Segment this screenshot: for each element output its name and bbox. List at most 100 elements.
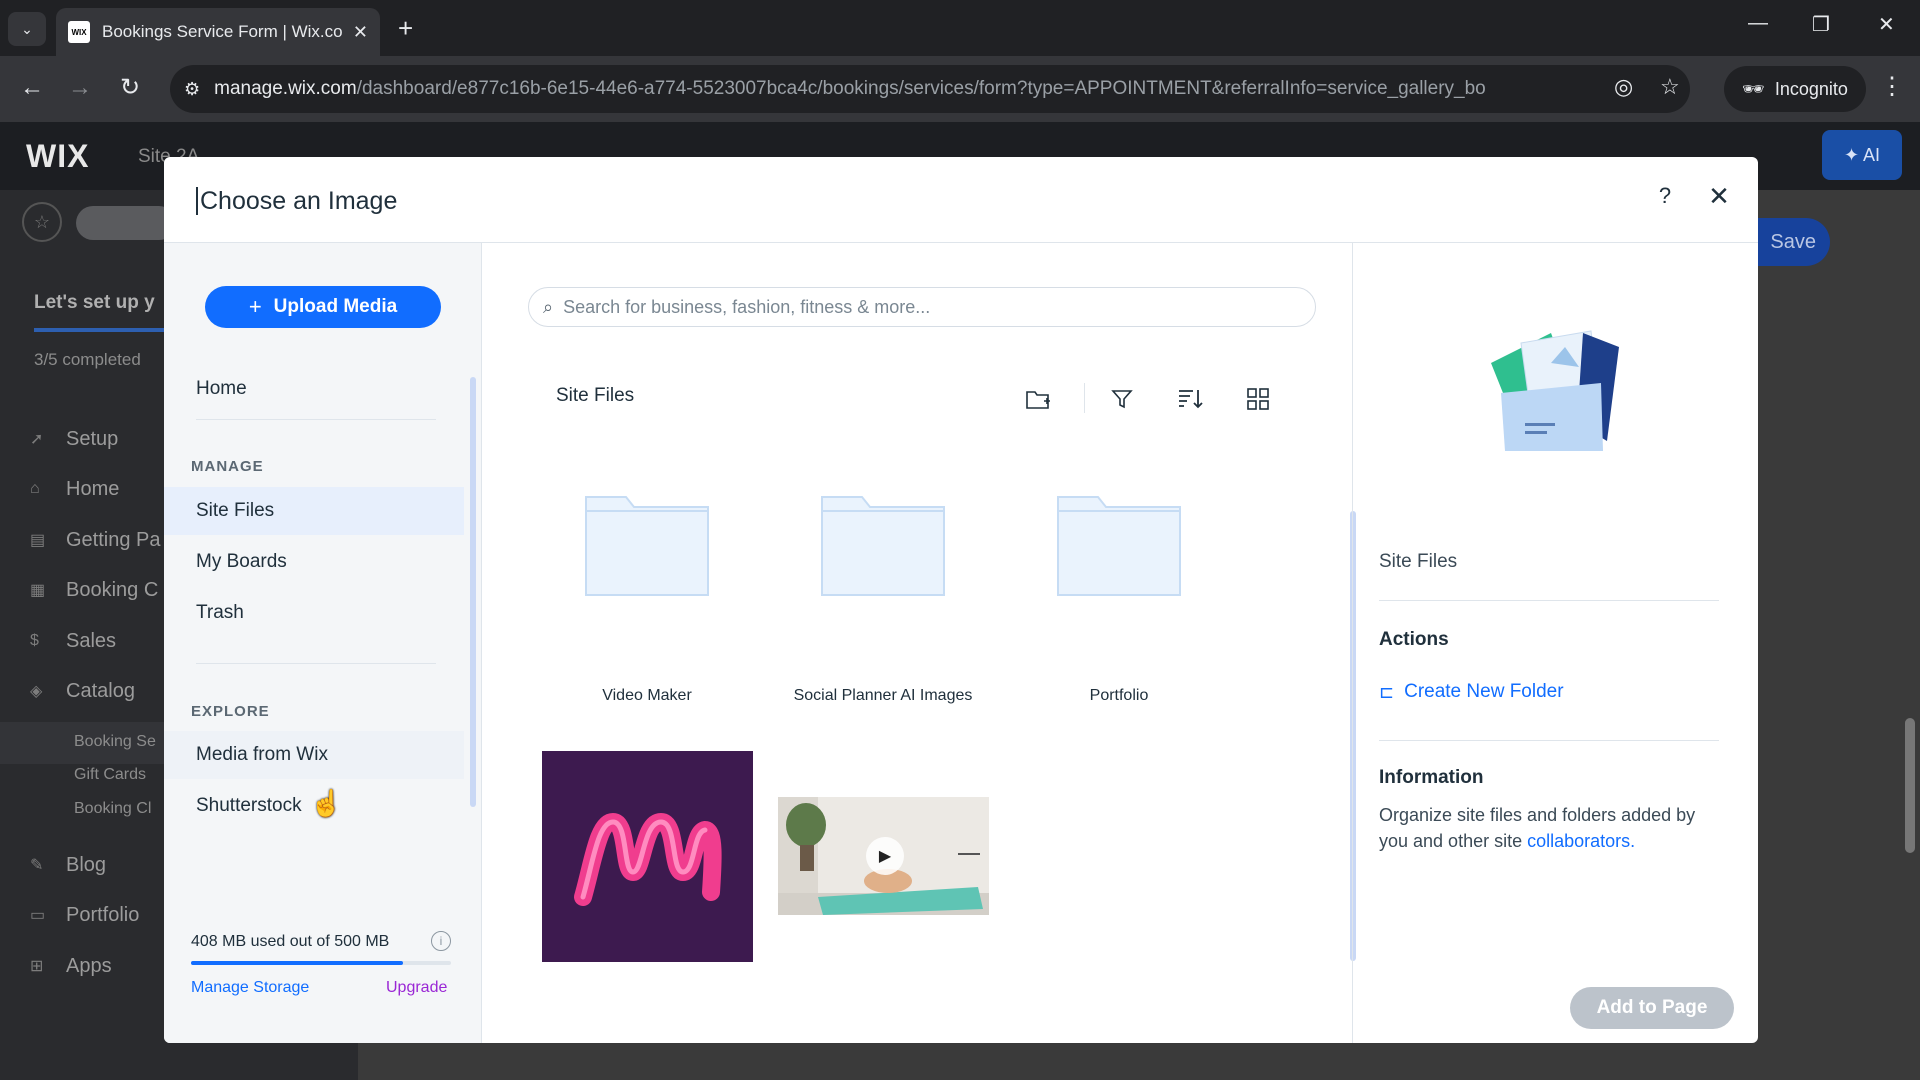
dialog-header: Choose an Image ? ✕: [164, 157, 1758, 243]
new-folder-icon[interactable]: [1022, 383, 1054, 415]
incognito-label: Incognito: [1774, 78, 1848, 99]
create-new-folder-label: Create New Folder: [1404, 681, 1564, 702]
grid-view-icon[interactable]: [1242, 383, 1274, 415]
incognito-badge[interactable]: 🕶 Incognito: [1724, 66, 1866, 112]
pen-icon: ✎: [30, 857, 44, 874]
url-path: /dashboard/e877c16b-6e15-44e6-a774-55230…: [356, 78, 1486, 99]
dollar-icon: $: [30, 632, 39, 649]
storage-usage-text: 408 MB used out of 500 MB: [191, 933, 390, 950]
new-tab-icon[interactable]: +: [398, 14, 413, 42]
media-search-field[interactable]: ⌕: [528, 287, 1316, 327]
site-files-illustration-icon: [1491, 330, 1619, 451]
details-panel: Site Files Actions ⊏ Create New Folder I…: [1352, 243, 1758, 1043]
info-icon[interactable]: i: [431, 931, 451, 951]
browser-tab-bar: ⌄ WIX Bookings Service Form | Wix.co ✕ +…: [0, 0, 1920, 56]
home-icon: ⌂: [30, 480, 40, 497]
forward-icon[interactable]: →: [68, 74, 92, 102]
manage-heading: MANAGE: [191, 458, 264, 475]
nav-divider: [196, 663, 436, 664]
details-divider: [1379, 600, 1719, 601]
sidebar-sub-gift-cards[interactable]: Gift Cards: [74, 766, 146, 784]
close-icon[interactable]: ✕: [1704, 181, 1734, 211]
help-icon[interactable]: ?: [1650, 181, 1680, 211]
nav-item-site-files[interactable]: Site Files: [164, 487, 464, 535]
create-new-folder-link[interactable]: ⊏ Create New Folder: [1379, 681, 1564, 703]
breadcrumb: Site Files: [556, 385, 635, 406]
bookmark-star-icon[interactable]: ☆: [1660, 74, 1680, 100]
storage-bar: [191, 961, 451, 965]
nav-item-my-boards[interactable]: My Boards: [164, 538, 464, 586]
wix-logo: WIX: [26, 138, 90, 174]
upload-media-label: Upload Media: [273, 296, 398, 317]
reload-icon[interactable]: ↻: [120, 74, 140, 102]
tab-close-icon[interactable]: ✕: [353, 22, 368, 43]
page-scrollbar[interactable]: [1905, 718, 1915, 853]
tag-icon: ◈: [30, 683, 43, 700]
filter-icon[interactable]: [1106, 383, 1138, 415]
sort-icon[interactable]: [1174, 383, 1206, 415]
new-folder-icon: ⊏: [1379, 681, 1395, 702]
choose-image-dialog: Choose an Image ? ✕ + Upload Media Home …: [164, 157, 1758, 1043]
nav-item-home[interactable]: Home: [164, 365, 464, 413]
nav-divider: [196, 419, 436, 420]
site-settings-icon[interactable]: ⚙: [184, 79, 200, 100]
media-search-input[interactable]: [563, 296, 1264, 318]
dialog-title: Choose an Image: [196, 187, 397, 215]
quick-access-pill[interactable]: [76, 206, 176, 240]
url-host: manage.wix.com: [214, 78, 357, 99]
media-browser: ⌕ Site Files Video Maker Social Planner …: [482, 243, 1356, 1043]
folder-label: Portfolio: [1089, 687, 1149, 704]
add-to-page-button[interactable]: Add to Page: [1570, 987, 1734, 1029]
eye-off-icon[interactable]: ◎: [1614, 74, 1633, 100]
ai-button[interactable]: ✦ AI: [1822, 130, 1902, 180]
media-thumbnail-video[interactable]: ▶: [778, 797, 989, 915]
window-close-icon[interactable]: ✕: [1878, 12, 1895, 37]
sidebar-sub-booking-classes[interactable]: Booking Cl: [74, 800, 151, 818]
sidebar-sub-booking-services[interactable]: Booking Se: [74, 733, 156, 751]
collaborators-link[interactable]: collaborators.: [1527, 831, 1635, 851]
back-icon[interactable]: ←: [20, 74, 44, 102]
browser-tab[interactable]: WIX Bookings Service Form | Wix.co ✕: [56, 8, 380, 56]
upgrade-link[interactable]: Upgrade: [386, 979, 447, 997]
selected-folder-name: Site Files: [1379, 551, 1458, 572]
nav-item-media-from-wix[interactable]: Media from Wix: [164, 731, 464, 779]
nav-scrollbar[interactable]: [470, 377, 476, 807]
restore-icon[interactable]: ❐: [1812, 12, 1830, 37]
setup-progress-text: 3/5 completed: [34, 350, 141, 369]
incognito-icon: 🕶: [1742, 78, 1765, 99]
star-icon[interactable]: ☆: [22, 202, 62, 242]
pink-m-logo-image: [573, 812, 722, 906]
tab-search-button[interactable]: ⌄: [8, 12, 46, 46]
setup-progress-bar: [34, 328, 164, 332]
folder-label: Video Maker: [602, 687, 692, 704]
folder-video-maker[interactable]: Video Maker: [542, 487, 752, 704]
plus-icon: +: [248, 294, 262, 319]
doc-icon: ▤: [30, 532, 46, 549]
briefcase-icon: ▭: [30, 907, 46, 924]
mouse-cursor-icon: ☝: [310, 788, 343, 818]
media-nav-panel: + Upload Media Home MANAGE Site Files My…: [164, 243, 482, 1043]
browser-address-bar: ← → ↻ ⚙ manage.wix.com/dashboard/e877c16…: [0, 56, 1920, 122]
upload-media-button[interactable]: + Upload Media: [205, 286, 441, 328]
folder-icon: [1057, 496, 1181, 596]
manage-storage-link[interactable]: Manage Storage: [191, 979, 309, 997]
setup-title: Let's set up y: [34, 292, 155, 313]
calendar-icon: ▦: [30, 582, 46, 599]
browser-menu-icon[interactable]: ⋮: [1880, 72, 1904, 101]
actions-heading: Actions: [1379, 629, 1449, 650]
search-icon: ⌕: [543, 296, 554, 317]
folder-label: Social Planner AI Images: [793, 687, 973, 704]
media-thumbnail-logo[interactable]: [542, 751, 753, 962]
tab-title: Bookings Service Form | Wix.co: [102, 22, 343, 41]
storage-bar-fill: [191, 961, 404, 965]
details-divider: [1379, 740, 1719, 741]
nav-item-trash[interactable]: Trash: [164, 589, 464, 637]
folder-portfolio[interactable]: Portfolio: [1014, 487, 1224, 704]
explore-heading: EXPLORE: [191, 703, 270, 720]
play-icon[interactable]: ▶: [866, 837, 904, 875]
information-text: Organize site files and folders added by…: [1379, 805, 1696, 851]
minimize-icon[interactable]: —: [1748, 12, 1768, 35]
url-field[interactable]: ⚙ manage.wix.com/dashboard/e877c16b-6e15…: [170, 65, 1690, 113]
folder-icon: [821, 496, 945, 596]
folder-social-planner-ai-images[interactable]: Social Planner AI Images: [778, 487, 988, 704]
